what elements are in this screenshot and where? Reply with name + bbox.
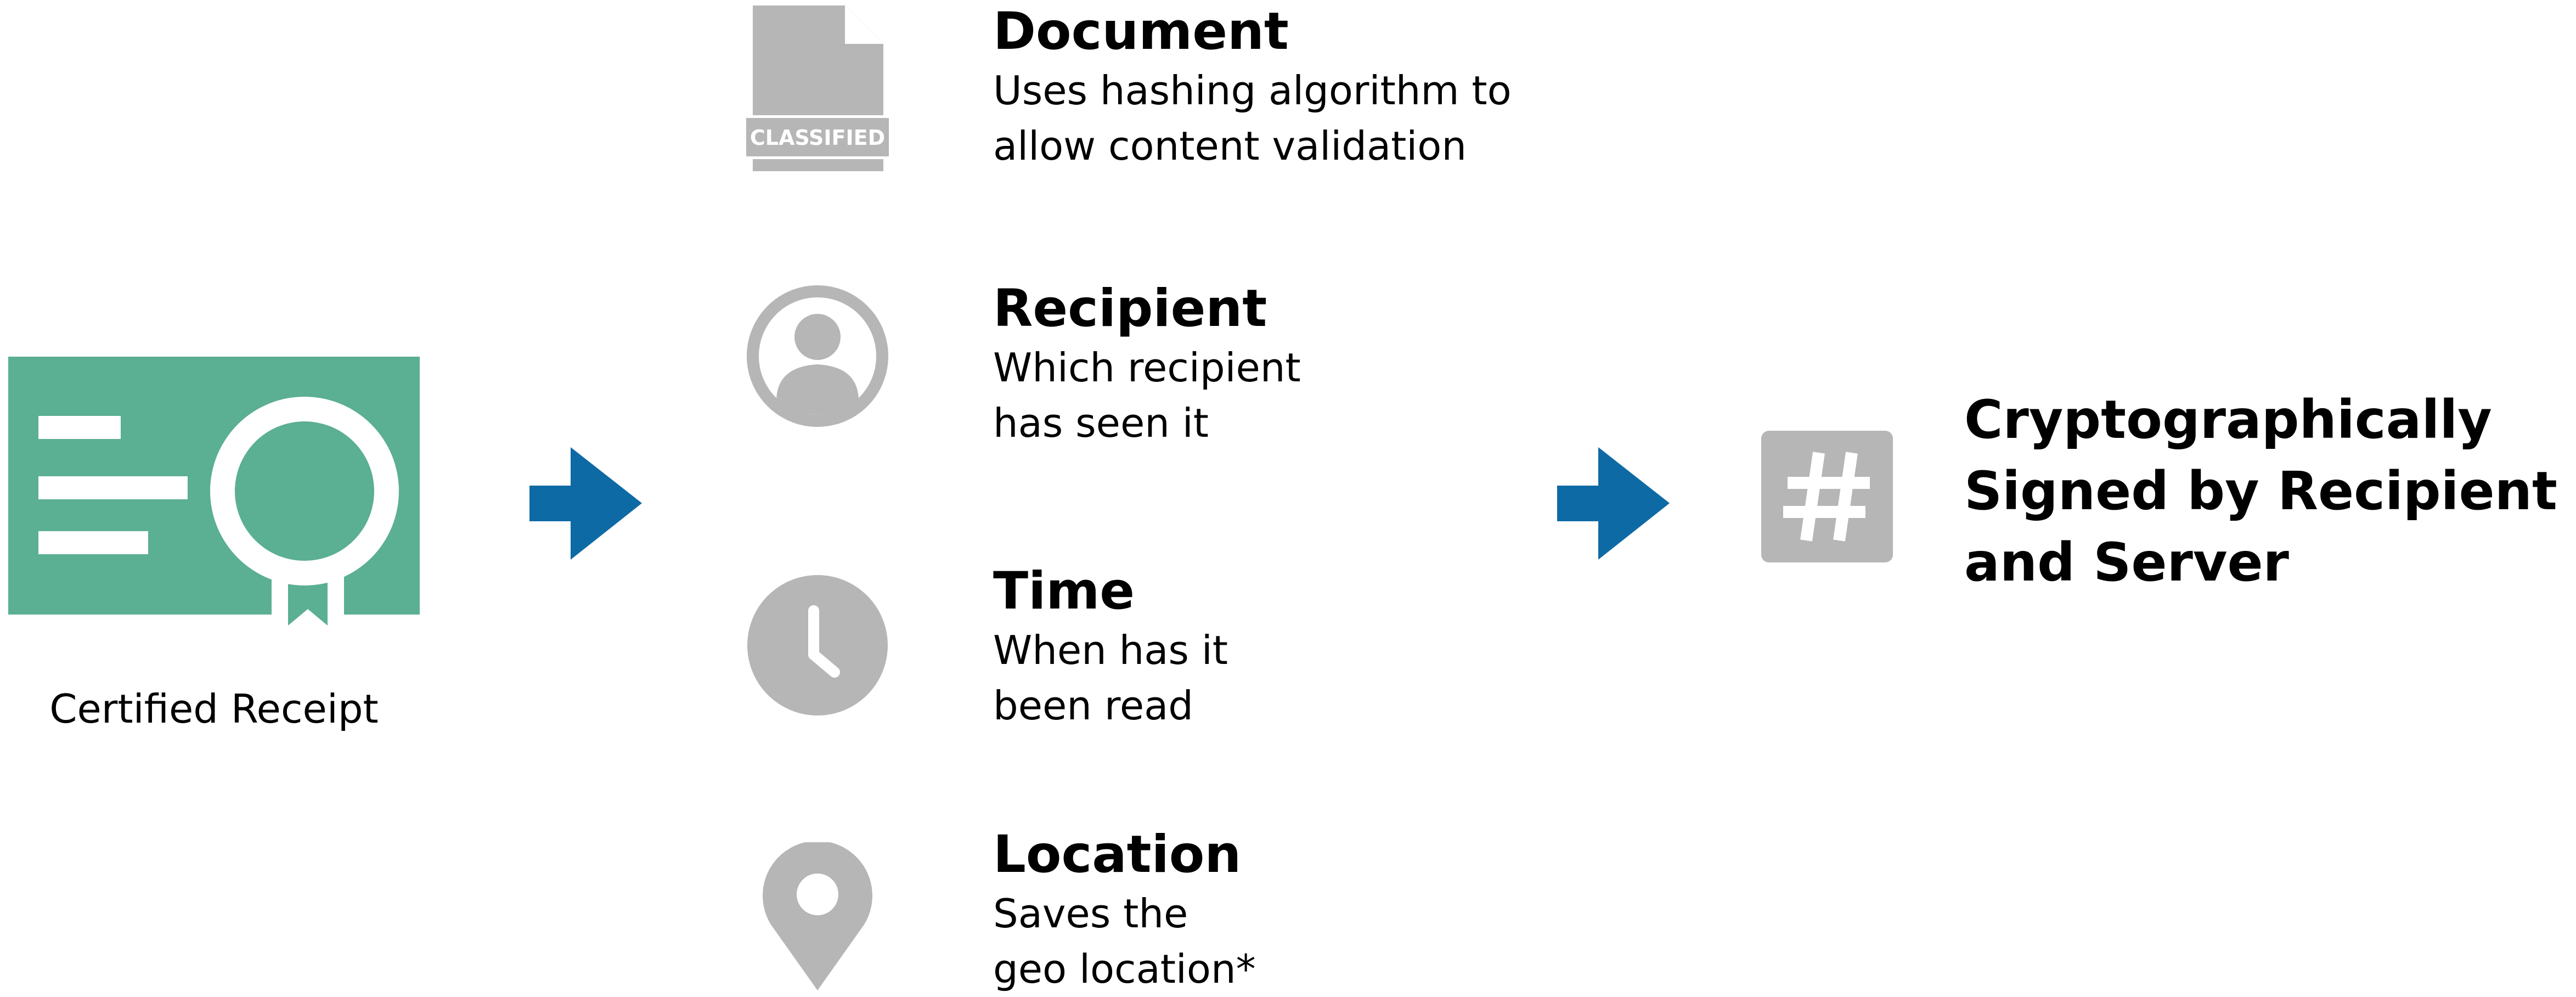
location-description: Saves the geo location* [993,891,1256,992]
result-text: Cryptographically Signed by Recipient an… [1964,389,2557,593]
recipient-title: Recipient [993,279,1267,339]
recipient-description: Which recipient has seen it [993,345,1301,446]
document-description: Uses hashing algorithm to allow content … [993,67,1512,169]
document-title: Document [993,2,1289,61]
document-item: Document Uses hashing algorithm to allow… [993,0,1569,174]
location-item: Location Saves the geo location* [993,823,1569,997]
classified-document-icon: CLASSIFIED [743,5,892,171]
clock-icon [747,575,888,716]
user-circle-icon [747,285,888,427]
time-item: Time When has it been read [993,560,1569,734]
arrow-right-icon [529,447,642,560]
time-title: Time [993,561,1135,621]
hash-icon [1761,431,1893,562]
time-description: When has it been read [993,627,1228,729]
arrow-right-icon [1557,447,1670,560]
certificate-icon [8,357,420,650]
location-title: Location [993,825,1242,885]
classified-stamp-text: CLASSIFIED [750,126,885,150]
recipient-item: Recipient Which recipient has seen it [993,277,1569,451]
map-pin-icon [763,842,872,990]
certified-receipt-label: Certified Receipt [49,686,379,732]
